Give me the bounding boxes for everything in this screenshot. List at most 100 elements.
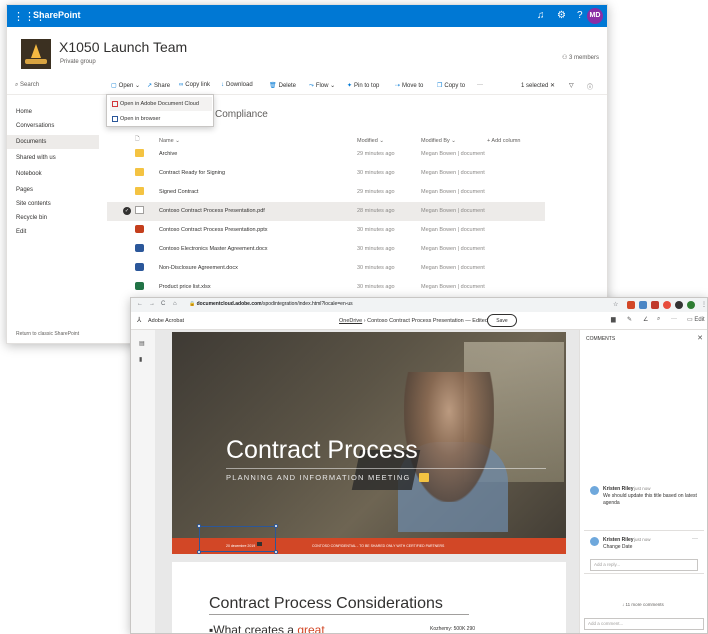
file-name[interactable]: Contoso Electronics Master Agreement.doc… [159,246,268,252]
avatar[interactable]: MD [587,8,603,24]
address-bar[interactable]: 🔒 documentcloud.adobe.com/spodintegratio… [189,301,353,307]
file-name[interactable]: Signed Contract [159,189,198,195]
home-icon[interactable]: ⌂ [173,301,177,307]
download-button[interactable]: ↓ Download [221,82,253,88]
file-name[interactable]: Non-Disclosure Agreement.docx [159,265,238,271]
slide2-heading[interactable]: Contract Process Considerations [209,595,443,613]
add-comment-input[interactable]: Add a comment... [584,618,704,630]
more-button[interactable]: ··· [477,82,483,88]
reload-icon[interactable]: C [161,301,165,307]
file-modified-by[interactable]: Megan Bowen | document [421,189,485,195]
resize-handle[interactable] [274,524,278,528]
slide-heading[interactable]: Contract Process [226,436,418,465]
extension-icon[interactable] [675,301,683,309]
more-tools-icon[interactable]: ··· [671,316,677,322]
comment-card[interactable]: Kristen Riley just now We should update … [584,480,704,520]
file-modified-by[interactable]: Megan Bowen | document [421,284,485,290]
nav-item-recycle-bin[interactable]: Recycle bin [7,211,99,225]
table-row[interactable]: Archive 29 minutes ago Megan Bowen | docum… [107,145,545,164]
nav-item-notebook[interactable]: Notebook [7,167,99,181]
back-icon[interactable]: ← [137,301,143,307]
pin-to-top-button[interactable]: ✦ Pin to top [347,82,379,89]
settings-icon[interactable]: ⚙ [557,10,566,21]
open-button[interactable]: ▢ Open ⌄ [111,82,140,89]
resize-handle[interactable] [197,524,201,528]
table-row[interactable]: Signed Contract 29 minutes ago Megan Bowen… [107,183,545,202]
comment-card[interactable]: Kristen Riley just now ··· Change Date A… [584,530,704,574]
file-modified-by[interactable]: Megan Bowen | document [421,208,485,214]
extension-icon[interactable] [651,301,659,309]
row-check-icon[interactable]: ✓ [123,207,131,215]
extension-icon[interactable] [663,301,671,309]
slide2-bullet[interactable]: ▪What creates a great [209,623,325,633]
delete-button[interactable]: 🗑 Delete [269,82,296,89]
extension-icon[interactable] [639,301,647,309]
breadcrumb-onedrive-link[interactable]: OneDrive [339,318,362,324]
resize-handle[interactable] [197,550,201,554]
forward-icon[interactable]: → [149,301,155,307]
sticky-note-icon[interactable] [419,473,429,482]
brand-label[interactable]: SharePoint [33,10,81,20]
search-icon[interactable]: ⌕ [657,316,660,323]
edit-button[interactable]: ▭ Edit [687,316,705,323]
file-modified-by[interactable]: Megan Bowen | document [421,246,485,252]
selection-box[interactable] [197,524,278,554]
search-box[interactable]: ⌕ Search [15,82,39,89]
table-row[interactable]: ✓ Contoso Contract Process Presentation.p… [107,202,545,221]
help-icon[interactable]: ? [577,10,583,21]
nav-item-site-contents[interactable]: Site contents [7,197,99,211]
file-name[interactable]: Contoso Contract Process Presentation.pd… [159,208,265,214]
profile-icon[interactable] [687,301,695,309]
table-row[interactable]: Contoso Electronics Master Agreement.doc… [107,240,545,259]
close-icon[interactable]: ✕ [697,334,703,342]
open-in-adobe-option[interactable]: Open in Adobe Document Cloud [110,97,212,111]
comment-icon[interactable]: ▆ [611,316,616,323]
nav-item-pages[interactable]: Pages [7,183,99,197]
nav-item-conversations[interactable]: Conversations [7,119,99,133]
file-modified-by[interactable]: Megan Bowen | document [421,170,485,176]
table-row[interactable]: Product price list.xlsx 30 minutes ago Meg… [107,278,545,297]
more-comments-link[interactable]: ↓ 11 more comments [622,602,664,607]
table-row[interactable]: Contoso Contract Process Presentation.pp… [107,221,545,240]
column-header-name[interactable]: Name ⌄ [159,138,180,144]
file-name[interactable]: Contoso Contract Process Presentation.pp… [159,227,268,233]
highlight-icon[interactable]: ✎ [627,316,632,323]
site-title[interactable]: X1050 Launch Team [59,39,187,55]
file-name[interactable]: Archive [159,151,177,157]
slide-subheading[interactable]: PLANNING AND INFORMATION MEETING [226,473,411,482]
nav-item-documents[interactable]: Documents [7,135,99,149]
file-modified-by[interactable]: Megan Bowen | document [421,265,485,271]
thumbnails-icon[interactable]: ▤ [139,340,145,347]
table-row[interactable]: Contract Ready for Signing 30 minutes ago… [107,164,545,183]
table-row[interactable]: Non-Disclosure Agreement.docx 30 minutes … [107,259,545,278]
bookmark-star-icon[interactable]: ☆ [613,301,618,308]
flow-button[interactable]: ⤳ Flow ⌄ [309,82,335,90]
comment-marker-icon[interactable] [257,542,262,546]
filter-icon[interactable]: ▽ [569,82,574,89]
nav-item-shared-with-us[interactable]: Shared with us [7,151,99,165]
file-modified-by[interactable]: Megan Bowen | document [421,227,485,233]
share-button[interactable]: ↗ Share [147,82,170,89]
return-to-classic-link[interactable]: Return to classic SharePoint [16,331,79,337]
move-to-button[interactable]: ⇢ Move to [395,82,423,89]
file-name[interactable]: Product price list.xlsx [159,284,211,290]
more-options-icon[interactable]: ··· [692,536,698,542]
add-column-button[interactable]: + Add column [487,138,520,144]
draw-icon[interactable]: ∠ [643,316,648,323]
file-type-icon[interactable]: 🗋 [135,135,139,144]
file-modified-by[interactable]: Megan Bowen | document [421,151,485,157]
menu-icon[interactable]: ⋮ [701,301,707,308]
bookmark-icon[interactable]: ▮ [139,356,142,363]
notifications-icon[interactable]: ♫ [537,10,545,21]
nav-item-home[interactable]: Home [7,105,99,119]
resize-handle[interactable] [274,550,278,554]
open-in-browser-option[interactable]: Open in browser [110,112,212,126]
reply-input[interactable]: Add a reply... [590,559,698,571]
copy-link-button[interactable]: ∞ Copy link [179,82,210,88]
info-icon[interactable]: ⓘ [587,82,593,91]
nav-item-edit[interactable]: Edit [7,225,99,239]
file-name[interactable]: Contract Ready for Signing [159,170,225,176]
selected-count[interactable]: 1 selected ✕ [521,82,555,89]
extension-acrobat-icon[interactable] [627,301,635,309]
copy-to-button[interactable]: ❐ Copy to [437,82,465,89]
